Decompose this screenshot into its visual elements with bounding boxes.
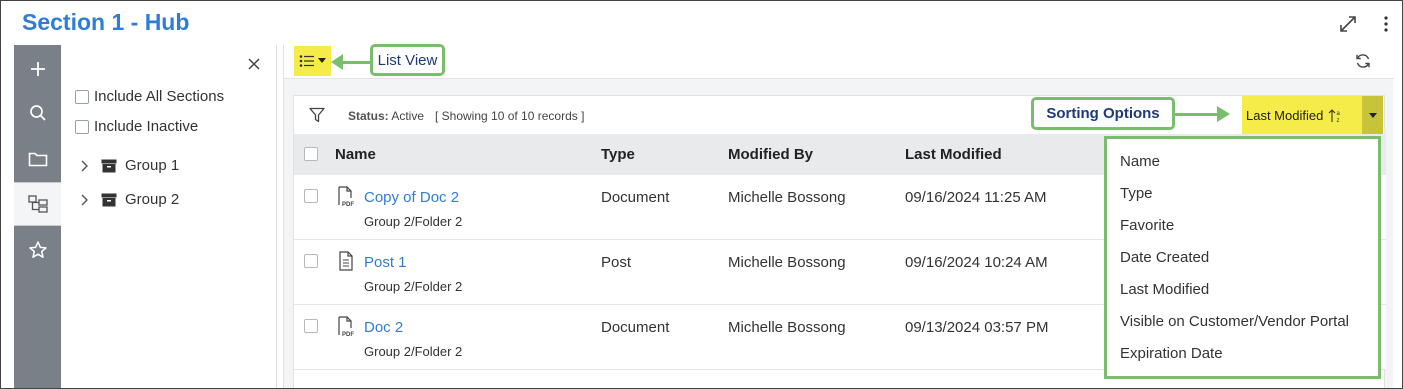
tree-item-group-2[interactable]: Group 2 [79, 191, 179, 208]
sort-options-menu: Name Type Favorite Date Created Last Mod… [1104, 136, 1381, 379]
sort-option-favorite[interactable]: Favorite [1120, 217, 1174, 234]
row-checkbox[interactable] [304, 189, 318, 203]
refresh-icon[interactable] [1355, 53, 1371, 69]
svg-text:z: z [1337, 118, 1340, 123]
caret-down-icon [1368, 112, 1377, 118]
svg-text:PDF: PDF [342, 202, 354, 208]
post-file-icon [339, 251, 353, 271]
last-modified-cell: 09/16/2024 11:25 AM [905, 189, 1047, 206]
type-cell: Document [601, 189, 670, 206]
sort-option-last-modified[interactable]: Last Modified [1120, 281, 1209, 298]
document-path: Group 2/Folder 2 [364, 344, 463, 359]
document-link[interactable]: Post 1 [364, 254, 407, 271]
document-link[interactable]: Copy of Doc 2 [364, 189, 459, 206]
row-checkbox[interactable] [304, 254, 318, 268]
sort-button[interactable]: Last Modified az [1242, 96, 1362, 135]
tree-item-label: Group 2 [125, 191, 180, 208]
last-modified-cell: 09/13/2024 03:57 PM [905, 319, 1049, 336]
type-cell: Document [601, 319, 670, 336]
column-header-last-modified[interactable]: Last Modified [905, 146, 1002, 163]
last-modified-cell: 09/16/2024 10:24 AM [905, 254, 1048, 271]
status-text: Status: Active [348, 109, 424, 123]
tree-view-button[interactable] [14, 182, 61, 226]
plus-icon [30, 62, 45, 76]
sort-dropdown-toggle[interactable] [1362, 96, 1383, 135]
column-header-name[interactable]: Name [335, 146, 376, 163]
modified-by-cell: Michelle Bossong [728, 189, 846, 206]
folders-button[interactable] [14, 137, 61, 181]
page-title: Section 1 - Hub [22, 9, 190, 35]
svg-text:PDF: PDF [342, 332, 354, 338]
column-header-type[interactable]: Type [601, 146, 635, 163]
filter-icon[interactable] [309, 107, 325, 123]
include-all-sections-checkbox[interactable] [75, 89, 89, 104]
folder-icon [28, 152, 47, 167]
chevron-right-icon[interactable] [79, 160, 89, 172]
modified-by-cell: Michelle Bossong [728, 254, 846, 271]
list-view-callout: List View [370, 44, 445, 76]
include-all-sections-label: Include All Sections [94, 88, 225, 105]
include-inactive-label: Include Inactive [94, 118, 199, 135]
status-label: Status: [348, 109, 389, 123]
pdf-file-icon: PDF [338, 316, 354, 338]
sort-option-expiration-date[interactable]: Expiration Date [1120, 345, 1223, 362]
toolbar [284, 45, 1394, 79]
favorites-button[interactable] [14, 228, 61, 272]
document-path: Group 2/Folder 2 [364, 214, 463, 229]
sort-option-name[interactable]: Name [1120, 153, 1160, 170]
sort-ascending-icon: az [1328, 108, 1341, 123]
sort-option-date-created[interactable]: Date Created [1120, 249, 1209, 266]
sorting-options-callout: Sorting Options [1031, 97, 1175, 130]
callout-arrow [1217, 106, 1230, 122]
svg-text:a: a [1337, 111, 1341, 117]
add-button[interactable] [14, 47, 61, 91]
column-header-modified-by[interactable]: Modified By [728, 146, 813, 163]
tree-icon [27, 195, 48, 213]
callout-arrow [341, 61, 371, 64]
callout-arrow [1175, 113, 1219, 116]
close-icon[interactable] [245, 55, 263, 73]
tree-panel: Include All Sections Include Inactive Gr… [61, 45, 277, 388]
sort-current-label: Last Modified [1246, 108, 1324, 123]
search-icon [29, 105, 46, 121]
row-checkbox[interactable] [304, 319, 318, 333]
tree-item-group-1[interactable]: Group 1 [79, 157, 179, 174]
document-link[interactable]: Doc 2 [364, 319, 403, 336]
select-all-checkbox[interactable] [304, 147, 318, 161]
chevron-right-icon[interactable] [79, 194, 89, 206]
star-icon [28, 241, 47, 258]
more-options-icon[interactable] [1379, 14, 1393, 34]
archive-box-icon [101, 159, 117, 172]
left-rail [14, 45, 61, 388]
sort-option-type[interactable]: Type [1120, 185, 1153, 202]
archive-box-icon [101, 193, 117, 206]
records-count: [ Showing 10 of 10 records ] [435, 109, 585, 123]
app-window: Section 1 - Hub Include All Sections Inc… [0, 0, 1403, 389]
include-all-sections-option[interactable]: Include All Sections [75, 88, 224, 105]
status-value: Active [391, 109, 425, 123]
include-inactive-checkbox[interactable] [75, 119, 89, 134]
document-path: Group 2/Folder 2 [364, 279, 463, 294]
modified-by-cell: Michelle Bossong [728, 319, 846, 336]
list-icon [299, 55, 314, 67]
type-cell: Post [601, 254, 632, 271]
list-view-button[interactable] [294, 46, 331, 76]
pdf-file-icon: PDF [338, 186, 354, 208]
expand-icon[interactable] [1338, 14, 1358, 34]
include-inactive-option[interactable]: Include Inactive [75, 118, 198, 135]
tree-item-label: Group 1 [125, 157, 180, 174]
search-button[interactable] [14, 91, 61, 135]
caret-down-icon [318, 58, 326, 63]
sort-option-visible-on-portal[interactable]: Visible on Customer/Vendor Portal [1120, 313, 1349, 330]
